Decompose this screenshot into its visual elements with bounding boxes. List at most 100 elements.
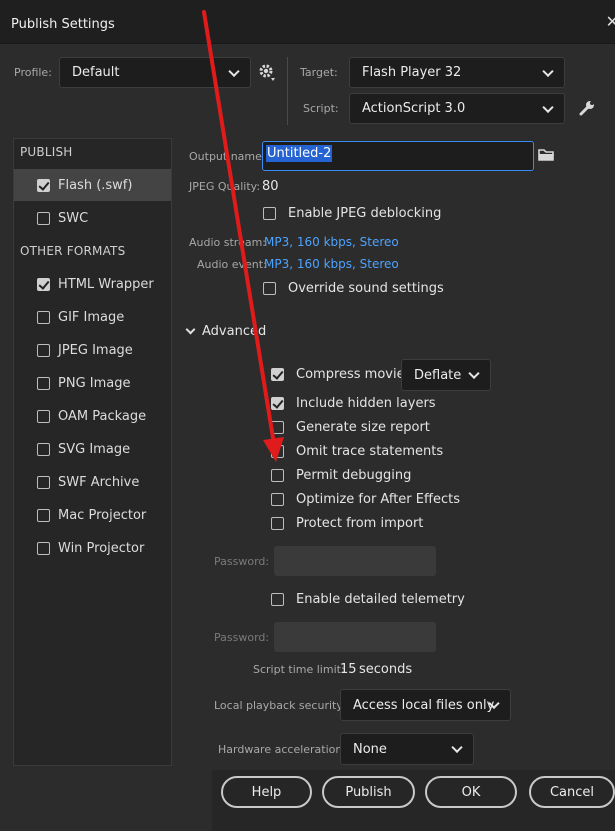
png-checkbox[interactable] bbox=[37, 376, 50, 390]
sidebar-item-oam[interactable]: OAM Package bbox=[14, 400, 171, 432]
override-sound-checkbox[interactable] bbox=[263, 282, 276, 295]
cancel-button[interactable]: Cancel bbox=[529, 776, 615, 808]
password-label: Password: bbox=[214, 555, 270, 568]
import-password-field[interactable] bbox=[274, 546, 436, 576]
output-name-label: Output name: bbox=[189, 150, 266, 163]
permit-debugging-checkbox[interactable] bbox=[271, 469, 284, 482]
wrench-icon[interactable] bbox=[578, 99, 596, 117]
sidebar-item-label: GIF Image bbox=[58, 309, 125, 325]
optimize-after-effects-option[interactable]: Optimize for After Effects bbox=[271, 492, 460, 507]
protect-from-import-checkbox[interactable] bbox=[271, 517, 284, 530]
gear-icon[interactable] bbox=[257, 62, 277, 82]
folder-icon[interactable] bbox=[538, 148, 555, 162]
sidebar-item-html-wrapper[interactable]: HTML Wrapper bbox=[14, 268, 171, 300]
hardware-acceleration-value: None bbox=[353, 741, 387, 757]
target-value: Flash Player 32 bbox=[362, 65, 462, 80]
sidebar-item-gif[interactable]: GIF Image bbox=[14, 301, 171, 333]
other-formats-heading: OTHER FORMATS bbox=[20, 244, 126, 258]
sidebar-item-label: Flash (.swf) bbox=[58, 177, 133, 193]
jpeg-quality-label: JPEG Quality: bbox=[189, 180, 261, 193]
sidebar-item-label: PNG Image bbox=[58, 375, 131, 391]
enable-telemetry-option[interactable]: Enable detailed telemetry bbox=[271, 592, 465, 607]
omit-trace-statements-checkbox[interactable] bbox=[271, 445, 284, 458]
swc-checkbox[interactable] bbox=[37, 211, 50, 225]
sidebar-item-flash[interactable]: Flash (.swf) bbox=[14, 169, 171, 201]
output-name-value: Untitled-2 bbox=[266, 145, 333, 162]
local-playback-value: Access local files only bbox=[353, 697, 495, 713]
sidebar-item-win-projector[interactable]: Win Projector bbox=[14, 532, 171, 564]
sidebar-item-svg[interactable]: SVG Image bbox=[14, 433, 171, 465]
audio-event-link[interactable]: MP3, 160 kbps, Stereo bbox=[264, 257, 399, 271]
permit-debugging-option[interactable]: Permit debugging bbox=[271, 468, 411, 483]
help-button[interactable]: Help bbox=[221, 776, 312, 808]
include-hidden-layers-checkbox[interactable] bbox=[271, 397, 284, 410]
script-time-limit-label: Script time limit: bbox=[253, 663, 345, 676]
generate-size-report-checkbox[interactable] bbox=[271, 421, 284, 434]
enable-jpeg-deblocking-option[interactable]: Enable JPEG deblocking bbox=[263, 206, 441, 221]
local-playback-dropdown[interactable]: Access local files only bbox=[340, 689, 511, 721]
sidebar-item-swc[interactable]: SWC bbox=[14, 202, 171, 234]
sidebar-item-label: HTML Wrapper bbox=[58, 276, 154, 292]
window-title: Publish Settings bbox=[11, 17, 115, 32]
script-dropdown[interactable]: ActionScript 3.0 bbox=[349, 93, 565, 124]
compression-value: Deflate bbox=[414, 367, 462, 383]
optimize-after-effects-checkbox[interactable] bbox=[271, 493, 284, 506]
flash-checkbox[interactable] bbox=[37, 178, 50, 192]
jpeg-deblocking-checkbox[interactable] bbox=[263, 207, 276, 220]
script-time-limit-value[interactable]: 15 bbox=[340, 662, 357, 677]
option-label: Compress movie bbox=[296, 367, 405, 382]
compression-dropdown[interactable]: Deflate bbox=[401, 359, 491, 391]
option-label: Protect from import bbox=[296, 516, 424, 531]
target-dropdown[interactable]: Flash Player 32 bbox=[349, 57, 565, 88]
chevron-down-icon bbox=[185, 324, 196, 335]
option-label: Enable JPEG deblocking bbox=[288, 206, 442, 221]
swf-archive-checkbox[interactable] bbox=[37, 475, 50, 489]
win-projector-checkbox[interactable] bbox=[37, 541, 50, 555]
sidebar-item-png[interactable]: PNG Image bbox=[14, 367, 171, 399]
seconds-label: seconds bbox=[359, 662, 413, 677]
divider bbox=[287, 57, 288, 125]
profile-dropdown[interactable]: Default bbox=[59, 57, 251, 88]
protect-from-import-option[interactable]: Protect from import bbox=[271, 516, 423, 531]
jpeg-quality-value[interactable]: 80 bbox=[262, 179, 279, 194]
close-icon[interactable]: ✕ bbox=[606, 12, 615, 31]
svg-checkbox[interactable] bbox=[37, 442, 50, 456]
hardware-acceleration-label: Hardware acceleration: bbox=[218, 743, 347, 756]
publish-button[interactable]: Publish bbox=[322, 776, 415, 808]
publish-heading: PUBLISH bbox=[20, 145, 73, 159]
override-sound-option[interactable]: Override sound settings bbox=[263, 281, 444, 296]
chevron-down-icon bbox=[468, 367, 480, 380]
target-label: Target: bbox=[300, 66, 338, 79]
sidebar-item-label: Mac Projector bbox=[58, 507, 147, 523]
mac-projector-checkbox[interactable] bbox=[37, 508, 50, 522]
hardware-acceleration-dropdown[interactable]: None bbox=[340, 733, 474, 765]
script-label: Script: bbox=[303, 102, 339, 115]
ok-button[interactable]: OK bbox=[425, 776, 517, 808]
audio-stream-label: Audio stream: bbox=[189, 236, 267, 249]
chevron-down-icon bbox=[451, 741, 463, 754]
sidebar-item-jpeg[interactable]: JPEG Image bbox=[14, 334, 171, 366]
sidebar-item-label: JPEG Image bbox=[58, 342, 133, 358]
gif-checkbox[interactable] bbox=[37, 310, 50, 324]
option-label: Optimize for After Effects bbox=[296, 492, 460, 507]
sidebar-item-label: SVG Image bbox=[58, 441, 131, 457]
jpeg-checkbox[interactable] bbox=[37, 343, 50, 357]
oam-checkbox[interactable] bbox=[37, 409, 50, 423]
compress-movie-checkbox[interactable] bbox=[271, 368, 284, 381]
omit-trace-statements-option[interactable]: Omit trace statements bbox=[271, 444, 443, 459]
output-name-input[interactable]: Untitled-2 bbox=[262, 141, 534, 171]
option-label: Enable detailed telemetry bbox=[296, 592, 465, 607]
advanced-toggle[interactable]: Advanced bbox=[185, 324, 267, 339]
include-hidden-layers-option[interactable]: Include hidden layers bbox=[271, 396, 436, 411]
telemetry-checkbox[interactable] bbox=[271, 593, 284, 606]
html-wrapper-checkbox[interactable] bbox=[37, 277, 50, 291]
sidebar-item-swf-archive[interactable]: SWF Archive bbox=[14, 466, 171, 498]
audio-stream-link[interactable]: MP3, 160 kbps, Stereo bbox=[264, 235, 399, 249]
sidebar-item-mac-projector[interactable]: Mac Projector bbox=[14, 499, 171, 531]
profile-value: Default bbox=[72, 65, 120, 80]
advanced-label: Advanced bbox=[202, 324, 267, 339]
compress-movie-option[interactable]: Compress movie bbox=[271, 367, 405, 382]
telemetry-password-field[interactable] bbox=[274, 622, 436, 652]
local-playback-label: Local playback security: bbox=[214, 699, 346, 712]
generate-size-report-option[interactable]: Generate size report bbox=[271, 420, 430, 435]
